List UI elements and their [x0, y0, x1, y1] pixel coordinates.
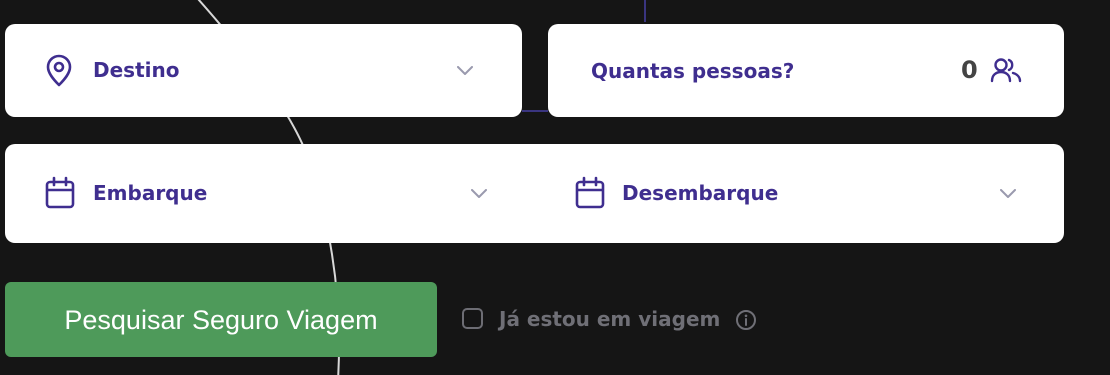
dates-card: Embarque Desembarque — [5, 144, 1064, 243]
return-date-select[interactable]: Desembarque — [535, 144, 1064, 243]
chevron-down-icon — [1000, 189, 1016, 198]
travelers-label: Quantas pessoas? — [591, 59, 795, 83]
destination-select[interactable]: Destino — [5, 24, 522, 117]
departure-date-select[interactable]: Embarque — [5, 144, 535, 243]
destination-label: Destino — [93, 58, 180, 82]
info-icon[interactable] — [735, 309, 757, 331]
already-traveling-label[interactable]: Já estou em viagem — [499, 306, 720, 332]
chevron-down-icon — [471, 189, 487, 198]
already-traveling-checkbox[interactable] — [462, 308, 483, 329]
travelers-count: 0 — [961, 56, 978, 84]
search-insurance-button[interactable]: Pesquisar Seguro Viagem — [5, 282, 437, 357]
departure-label: Embarque — [93, 181, 208, 205]
map-pin-icon — [46, 54, 72, 87]
calendar-icon — [45, 176, 75, 209]
users-icon — [990, 58, 1022, 83]
return-label: Desembarque — [622, 181, 779, 205]
travelers-selector[interactable]: Quantas pessoas? 0 — [548, 24, 1064, 117]
chevron-down-icon — [457, 66, 473, 75]
calendar-icon — [575, 176, 605, 209]
